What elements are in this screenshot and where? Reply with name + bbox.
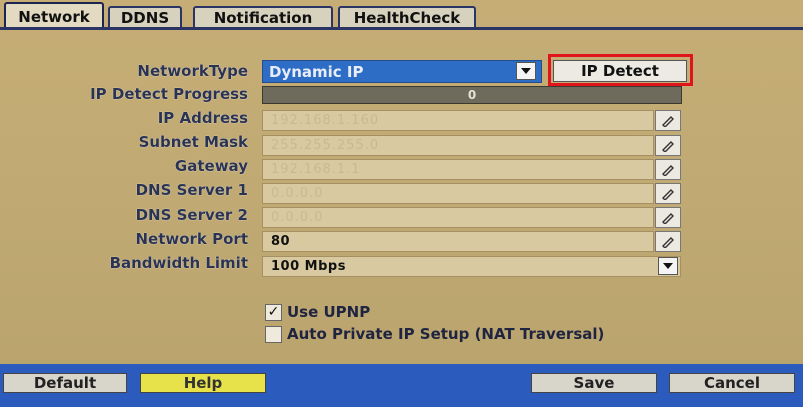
- bandwidth-limit-select[interactable]: 100 Mbps: [262, 256, 681, 277]
- network-port-label: Network Port: [135, 230, 248, 248]
- chevron-down-icon: [521, 68, 531, 74]
- ip-detect-progress-value: 0: [467, 88, 477, 102]
- pencil-icon: [662, 115, 674, 127]
- use-upnp-option[interactable]: ✓ Use UPNP: [265, 302, 370, 322]
- subnet-mask-field[interactable]: 255.255.255.0: [262, 135, 654, 156]
- pencil-icon: [662, 212, 674, 224]
- pencil-icon: [662, 164, 674, 176]
- network-settings-screen: Network DDNS Notification HealthCheck Ne…: [0, 0, 803, 407]
- use-upnp-checkbox[interactable]: ✓: [265, 303, 282, 321]
- ip-detect-progress-bar: 0: [262, 86, 682, 104]
- network-type-select[interactable]: Dynamic IP: [262, 60, 542, 83]
- auto-private-ip-label: Auto Private IP Setup (NAT Traversal): [287, 325, 605, 343]
- bandwidth-limit-label: Bandwidth Limit: [109, 254, 248, 272]
- network-type-dropdown-button[interactable]: [516, 62, 536, 80]
- gateway-edit-button[interactable]: [655, 159, 681, 180]
- dns-server-1-field[interactable]: 0.0.0.0: [262, 183, 654, 204]
- tab-underline: [0, 27, 803, 30]
- highlight-outline: [548, 54, 693, 86]
- network-port-field[interactable]: 80: [262, 231, 654, 252]
- bandwidth-limit-dropdown-button[interactable]: [658, 257, 678, 275]
- auto-private-ip-option[interactable]: Auto Private IP Setup (NAT Traversal): [265, 324, 604, 344]
- network-type-label: NetworkType: [137, 62, 248, 80]
- ip-address-field[interactable]: 192.168.1.160: [262, 110, 654, 131]
- help-button[interactable]: Help: [140, 373, 266, 393]
- dns-server-2-field[interactable]: 0.0.0.0: [262, 207, 654, 228]
- pencil-icon: [662, 188, 674, 200]
- use-upnp-label: Use UPNP: [287, 303, 371, 321]
- tab-ddns[interactable]: DDNS: [108, 6, 182, 28]
- dns-server-1-edit-button[interactable]: [655, 183, 681, 204]
- auto-private-ip-checkbox[interactable]: [265, 325, 282, 343]
- tab-healthcheck[interactable]: HealthCheck: [338, 6, 476, 28]
- gateway-field[interactable]: 192.168.1.1: [262, 159, 654, 180]
- dns-server-1-label: DNS Server 1: [135, 181, 248, 199]
- save-button[interactable]: Save: [531, 373, 657, 393]
- cancel-button[interactable]: Cancel: [669, 373, 795, 393]
- network-port-edit-button[interactable]: [655, 231, 681, 252]
- ip-address-label: IP Address: [157, 109, 248, 127]
- ip-address-edit-button[interactable]: [655, 110, 681, 131]
- network-type-value: Dynamic IP: [269, 62, 364, 81]
- tab-notification[interactable]: Notification: [193, 6, 333, 28]
- tab-network[interactable]: Network: [4, 2, 104, 30]
- tab-bar: Network DDNS Notification HealthCheck: [0, 0, 803, 30]
- subnet-mask-edit-button[interactable]: [655, 135, 681, 156]
- ip-detect-progress-label: IP Detect Progress: [90, 85, 248, 103]
- subnet-mask-label: Subnet Mask: [138, 133, 248, 151]
- dns-server-2-edit-button[interactable]: [655, 207, 681, 228]
- gateway-label: Gateway: [174, 157, 248, 175]
- dns-server-2-label: DNS Server 2: [135, 206, 248, 224]
- pencil-icon: [662, 236, 674, 248]
- default-button[interactable]: Default: [3, 373, 127, 393]
- pencil-icon: [662, 140, 674, 152]
- check-mark-icon: ✓: [267, 304, 280, 320]
- chevron-down-icon: [663, 263, 673, 269]
